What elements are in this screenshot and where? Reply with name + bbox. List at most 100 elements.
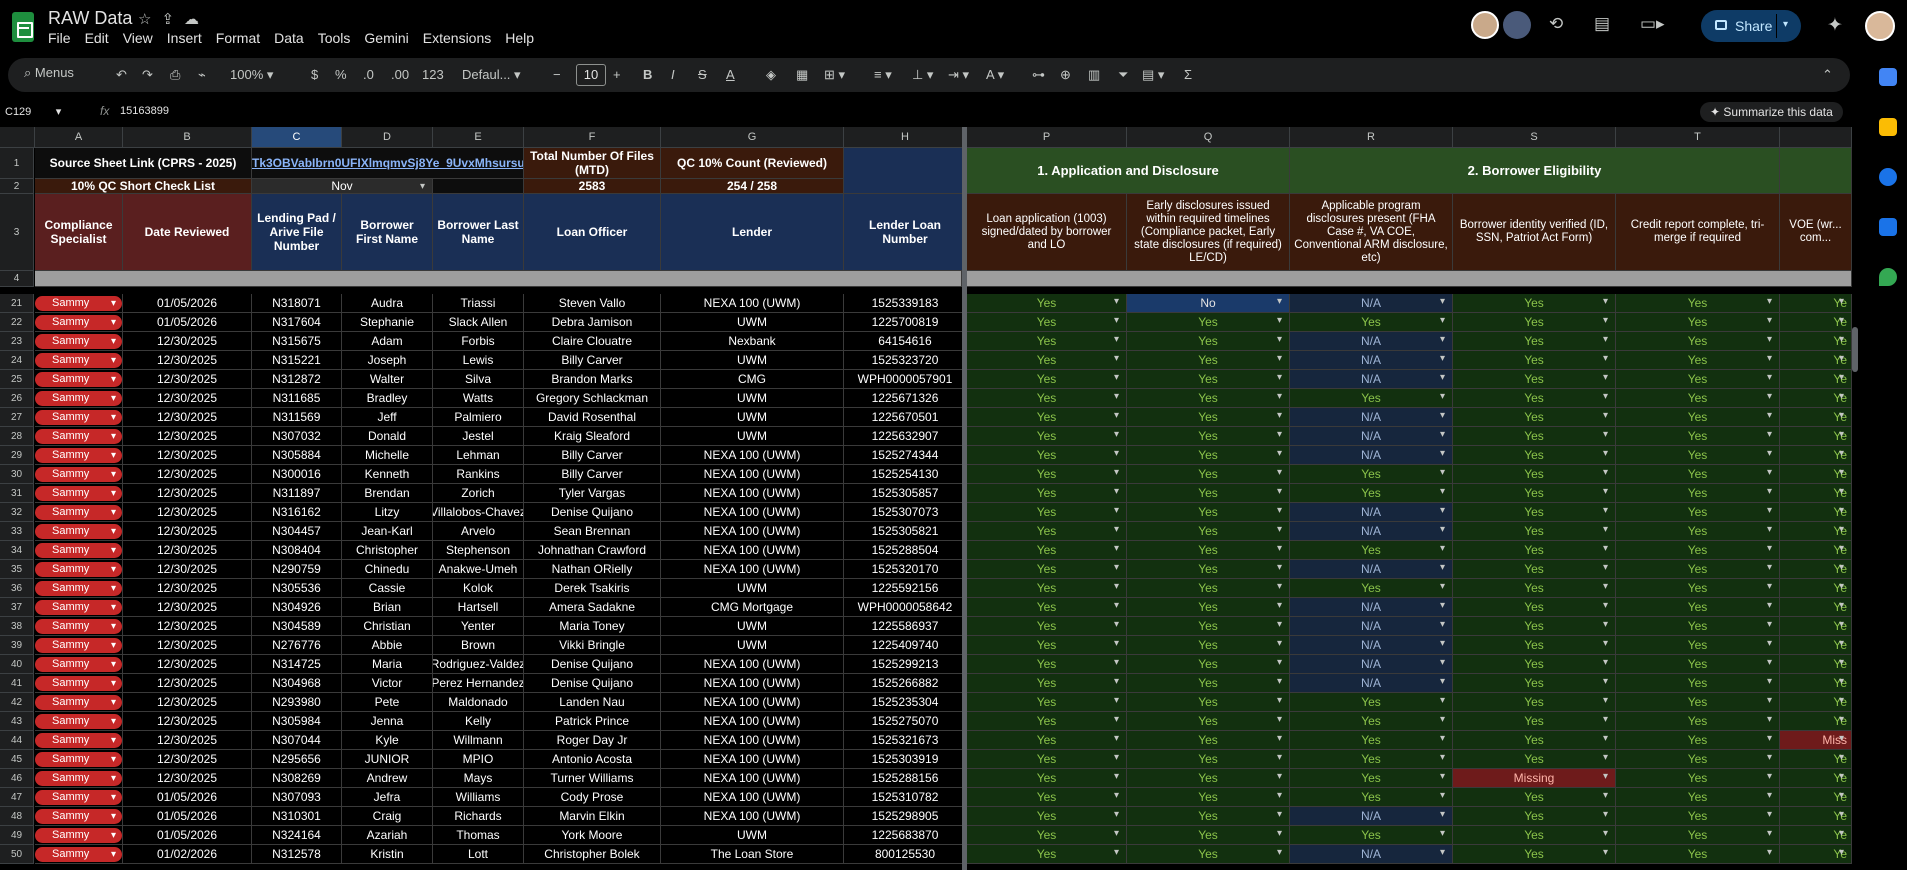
check-q-cell[interactable]: Yes [1127,712,1290,731]
lender-cell[interactable]: NEXA 100 (UWM) [661,484,844,503]
lender-cell[interactable]: NEXA 100 (UWM) [661,807,844,826]
check-t-cell[interactable]: Yes [1616,313,1780,332]
date-cell[interactable]: 12/30/2025 [123,560,252,579]
lender-cell[interactable]: The Loan Store [661,845,844,864]
status-dropdown[interactable]: Yes [1453,446,1615,464]
status-dropdown[interactable]: Yes [1616,541,1779,559]
check-r-cell[interactable]: Yes [1290,712,1453,731]
status-dropdown[interactable]: Yes [1127,541,1289,559]
column-header-b[interactable]: B [123,127,252,148]
loan-officer-cell[interactable]: Billy Carver [524,351,661,370]
status-dropdown-partial[interactable]: Ye [1780,332,1851,350]
row-header[interactable]: 35 [0,560,34,579]
first-name-cell[interactable]: Joseph [342,351,433,370]
status-dropdown[interactable]: N/A [1290,674,1452,692]
first-name-cell[interactable]: JUNIOR [342,750,433,769]
specialist-chip[interactable]: Sammy [35,466,122,482]
specialist-chip[interactable]: Sammy [35,732,122,748]
last-name-cell[interactable]: Kelly [433,712,524,731]
file-number-cell[interactable]: N304457 [252,522,342,541]
first-name-cell[interactable]: Azariah [342,826,433,845]
check-s-cell[interactable]: Yes [1453,674,1616,693]
row-header[interactable]: 24 [0,351,34,370]
row-header[interactable]: 29 [0,446,34,465]
status-dropdown[interactable]: Yes [1290,484,1452,502]
check-s-cell[interactable]: Yes [1453,408,1616,427]
status-dropdown[interactable]: Yes [1290,693,1452,711]
check-t-cell[interactable]: Yes [1616,370,1780,389]
status-dropdown-partial[interactable]: Miss [1780,731,1851,749]
first-name-cell[interactable]: Jean-Karl [342,522,433,541]
check-u-cell[interactable]: Ye [1780,446,1852,465]
compliance-specialist-cell[interactable]: Sammy [35,465,123,484]
status-dropdown[interactable]: Yes [1453,693,1615,711]
status-dropdown[interactable]: Yes [967,769,1126,787]
first-name-cell[interactable]: Craig [342,807,433,826]
specialist-chip[interactable]: Sammy [35,295,122,311]
last-name-cell[interactable]: Stephenson [433,541,524,560]
last-name-cell[interactable]: Palmiero [433,408,524,427]
status-dropdown[interactable]: Yes [1453,579,1615,597]
compliance-specialist-cell[interactable]: Sammy [35,598,123,617]
status-dropdown[interactable]: No [1127,294,1289,312]
status-dropdown[interactable]: Yes [1616,712,1779,730]
status-dropdown-partial[interactable]: Ye [1780,541,1851,559]
status-dropdown[interactable]: N/A [1290,636,1452,654]
row-header[interactable]: 41 [0,674,34,693]
status-dropdown[interactable]: Yes [1453,674,1615,692]
row-header[interactable]: 39 [0,636,34,655]
status-dropdown[interactable]: Yes [1453,845,1615,863]
check-p-cell[interactable]: Yes [967,826,1127,845]
status-dropdown-partial[interactable]: Ye [1780,294,1851,312]
status-dropdown[interactable]: Yes [967,465,1126,483]
status-dropdown[interactable]: Yes [967,560,1126,578]
check-r-cell[interactable]: N/A [1290,845,1453,864]
first-name-cell[interactable]: Maria [342,655,433,674]
compliance-specialist-cell[interactable]: Sammy [35,389,123,408]
check-r-cell[interactable]: Yes [1290,579,1453,598]
file-number-cell[interactable]: N307044 [252,731,342,750]
first-name-cell[interactable]: Adam [342,332,433,351]
first-name-cell[interactable]: Jeff [342,408,433,427]
first-name-cell[interactable]: Donald [342,427,433,446]
month-select-value[interactable]: Nov [252,179,432,193]
check-t-cell[interactable]: Yes [1616,484,1780,503]
check-p-cell[interactable]: Yes [967,389,1127,408]
decrease-decimal-button[interactable]: .0 [363,67,374,82]
status-dropdown[interactable]: N/A [1290,370,1452,388]
date-cell[interactable]: 12/30/2025 [123,617,252,636]
specialist-chip[interactable]: Sammy [35,409,122,425]
status-dropdown[interactable]: N/A [1290,522,1452,540]
check-q-cell[interactable]: Yes [1127,351,1290,370]
sheet-grid[interactable]: A B C D E F G H P Q R S T 1 2 3 4 Source Sheet Link (CPRS… [0,127,1852,870]
status-dropdown[interactable]: N/A [1290,332,1452,350]
check-q-cell[interactable]: Yes [1127,807,1290,826]
check-s-cell[interactable]: Yes [1453,655,1616,674]
check-t-cell[interactable]: Yes [1616,845,1780,864]
merge-cells-icon[interactable]: ⊞ ▾ [824,67,845,83]
status-dropdown[interactable]: Missing [1453,769,1615,787]
check-u-cell[interactable]: Ye [1780,484,1852,503]
first-name-cell[interactable]: Victor [342,674,433,693]
status-dropdown[interactable]: Yes [1453,332,1615,350]
column-header-u[interactable] [1780,127,1852,148]
collaborator-avatar[interactable] [1471,11,1499,39]
specialist-chip[interactable]: Sammy [35,675,122,691]
check-q-cell[interactable]: Yes [1127,617,1290,636]
status-dropdown[interactable]: Yes [967,731,1126,749]
status-dropdown[interactable]: Yes [1127,807,1289,825]
check-t-cell[interactable]: Yes [1616,731,1780,750]
status-dropdown[interactable]: Yes [967,332,1126,350]
compliance-specialist-cell[interactable]: Sammy [35,617,123,636]
row-header[interactable]: 28 [0,427,34,446]
loan-officer-cell[interactable]: Claire Clouatre [524,332,661,351]
status-dropdown-partial[interactable]: Ye [1780,313,1851,331]
check-t-cell[interactable]: Yes [1616,636,1780,655]
compliance-specialist-cell[interactable]: Sammy [35,446,123,465]
status-dropdown[interactable]: Yes [967,370,1126,388]
check-p-cell[interactable]: Yes [967,351,1127,370]
row-header[interactable]: 48 [0,807,34,826]
maps-icon[interactable] [1879,268,1897,286]
date-cell[interactable]: 12/30/2025 [123,522,252,541]
status-dropdown[interactable]: N/A [1290,351,1452,369]
